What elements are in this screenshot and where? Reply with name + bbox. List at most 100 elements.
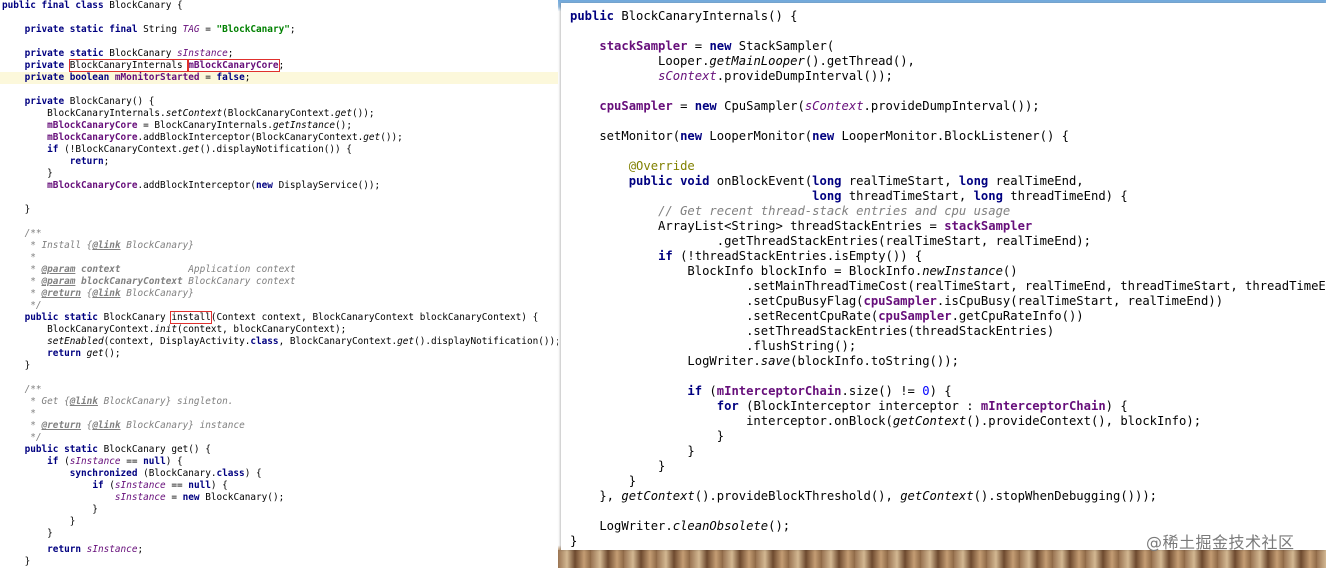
code-line[interactable]: private boolean mMonitorStarted = false; [0, 72, 558, 84]
code-line[interactable]: for (BlockInterceptor interceptor : mInt… [561, 399, 1326, 414]
code-line[interactable]: } [0, 528, 558, 540]
code-token: 0 [922, 384, 930, 398]
code-token: (); [103, 348, 121, 359]
code-line[interactable]: private static final String TAG = "Block… [0, 24, 558, 36]
code-token: new [256, 180, 279, 191]
code-token: BlockCanary context [182, 276, 296, 287]
code-line[interactable]: .setThreadStackEntries(threadStackEntrie… [561, 324, 1326, 339]
code-line[interactable]: private BlockCanaryInternals mBlockCanar… [0, 59, 558, 72]
code-line[interactable]: * @param blockCanaryContext BlockCanary … [0, 276, 558, 288]
code-line[interactable]: if (sInstance == null) { [0, 480, 558, 492]
code-line[interactable]: .setMainThreadTimeCost(realTimeStart, re… [561, 279, 1326, 294]
code-line[interactable]: sInstance = new BlockCanary(); [0, 492, 558, 504]
code-line[interactable]: public static BlockCanary install(Contex… [0, 311, 558, 324]
code-line[interactable]: * [0, 408, 558, 420]
code-line[interactable]: .getThreadStackEntries(realTimeStart, re… [561, 234, 1326, 249]
code-line[interactable]: * @return {@link BlockCanary} [0, 288, 558, 300]
code-token: @Override [628, 159, 695, 173]
code-token: BlockCanaryContext. [2, 324, 155, 335]
code-line[interactable]: */ [0, 432, 558, 444]
code-line[interactable]: } [561, 459, 1326, 474]
code-line[interactable]: public static BlockCanary get() { [0, 444, 558, 456]
code-token: new [709, 39, 739, 53]
code-line[interactable]: Looper.getMainLooper().getThread(), [561, 54, 1326, 69]
code-line[interactable]: if (!threadStackEntries.isEmpty()) { [561, 249, 1326, 264]
code-line[interactable]: ArrayList<String> threadStackEntries = s… [561, 219, 1326, 234]
code-line[interactable]: * @return {@link BlockCanary} instance [0, 420, 558, 432]
code-line[interactable]: interceptor.onBlock(getContext().provide… [561, 414, 1326, 429]
code-token: * Get { [2, 396, 70, 407]
code-token: cpuSampler [878, 309, 952, 323]
code-token: @return [41, 420, 82, 431]
code-line[interactable]: BlockCanaryContext.init(context, blockCa… [0, 324, 558, 336]
code-token: new [812, 129, 842, 143]
code-line[interactable]: } [0, 204, 558, 216]
code-line[interactable]: } [0, 168, 558, 180]
code-line[interactable]: return; [0, 156, 558, 168]
code-line[interactable]: } [0, 360, 558, 372]
code-line[interactable]: */ [0, 300, 558, 312]
code-line[interactable]: @Override [561, 159, 1326, 174]
code-token: (BlockInterceptor interceptor : [746, 399, 981, 413]
code-token: if [47, 456, 65, 467]
code-line[interactable]: sContext.provideDumpInterval()); [561, 69, 1326, 84]
code-line[interactable]: mBlockCanaryCore.addBlockInterceptor(new… [0, 180, 558, 192]
code-token: .getThreadStackEntries(realTimeStart, re… [570, 234, 1091, 248]
right-editor-pane[interactable]: public BlockCanaryInternals() { stackSam… [561, 3, 1326, 550]
code-line[interactable]: synchronized (BlockCanary.class) { [0, 468, 558, 480]
left-editor-pane[interactable]: public final class BlockCanary { private… [0, 0, 558, 568]
code-line[interactable]: cpuSampler = new CpuSampler(sContext.pro… [561, 99, 1326, 114]
code-line[interactable]: private BlockCanary() { [0, 96, 558, 108]
code-line[interactable]: BlockInfo blockInfo = BlockInfo.newInsta… [561, 264, 1326, 279]
code-line[interactable]: public BlockCanaryInternals() { [561, 9, 1326, 24]
code-token: new [694, 99, 725, 113]
code-line[interactable]: mBlockCanaryCore.addBlockInterceptor(Blo… [0, 132, 558, 144]
code-line[interactable]: public final class BlockCanary { [0, 0, 558, 12]
code-line[interactable]: * Install {@link BlockCanary} [0, 240, 558, 252]
code-line[interactable]: }, getContext().provideBlockThreshold(),… [561, 489, 1326, 504]
code-line[interactable]: .setCpuBusyFlag(cpuSampler.isCpuBusy(rea… [561, 294, 1326, 309]
code-token: private [24, 60, 70, 71]
code-token: Application context [120, 264, 296, 275]
code-line[interactable]: } [561, 429, 1326, 444]
code-line[interactable]: * Get {@link BlockCanary} singleton. [0, 396, 558, 408]
code-token: { [81, 288, 93, 299]
code-token: (!BlockCanaryContext. [64, 144, 183, 155]
code-line[interactable]: mBlockCanaryCore = BlockCanaryInternals.… [0, 120, 558, 132]
code-line[interactable]: private static BlockCanary sInstance; [0, 48, 558, 60]
code-line[interactable]: return sInstance; [0, 544, 558, 556]
code-line[interactable]: .flushString(); [561, 339, 1326, 354]
code-line[interactable]: } [0, 556, 558, 568]
code-line[interactable]: if (!BlockCanaryContext.get().displayNot… [0, 144, 558, 156]
code-token: new [680, 129, 710, 143]
code-line[interactable]: } [561, 444, 1326, 459]
code-line[interactable]: long threadTimeStart, long threadTimeEnd… [561, 189, 1326, 204]
code-token: mBlockCanaryCore [187, 59, 280, 72]
code-line[interactable]: public void onBlockEvent(long realTimeSt… [561, 174, 1326, 189]
code-token: */ [2, 300, 42, 311]
code-line[interactable]: } [0, 516, 558, 528]
code-line[interactable]: if (sInstance == null) { [0, 456, 558, 468]
code-token: () [1002, 264, 1018, 278]
code-line[interactable]: stackSampler = new StackSampler( [561, 39, 1326, 54]
code-line[interactable]: * @param context Application context [0, 264, 558, 276]
code-line[interactable]: .setRecentCpuRate(cpuSampler.getCpuRateI… [561, 309, 1326, 324]
code-token: BlockCanary} [120, 240, 194, 251]
code-line[interactable]: LogWriter.save(blockInfo.toString()); [561, 354, 1326, 369]
code-line[interactable]: * [0, 252, 558, 264]
code-line[interactable]: setMonitor(new LooperMonitor(new LooperM… [561, 129, 1326, 144]
code-line[interactable]: setEnabled(context, DisplayActivity.clas… [0, 336, 558, 348]
code-line[interactable]: BlockCanaryInternals.setContext(BlockCan… [0, 108, 558, 120]
code-line[interactable]: } [561, 474, 1326, 489]
code-line[interactable]: /** [0, 228, 558, 240]
code-line[interactable]: // Get recent thread-stack entries and c… [561, 204, 1326, 219]
code-line[interactable]: /** [0, 384, 558, 396]
code-line[interactable]: } [0, 504, 558, 516]
code-line[interactable]: return get(); [0, 348, 558, 360]
code-line[interactable]: if (mInterceptorChain.size() != 0) { [561, 384, 1326, 399]
code-token: interceptor.onBlock( [570, 414, 893, 428]
code-token: BlockCanary} singleton. [97, 396, 234, 407]
